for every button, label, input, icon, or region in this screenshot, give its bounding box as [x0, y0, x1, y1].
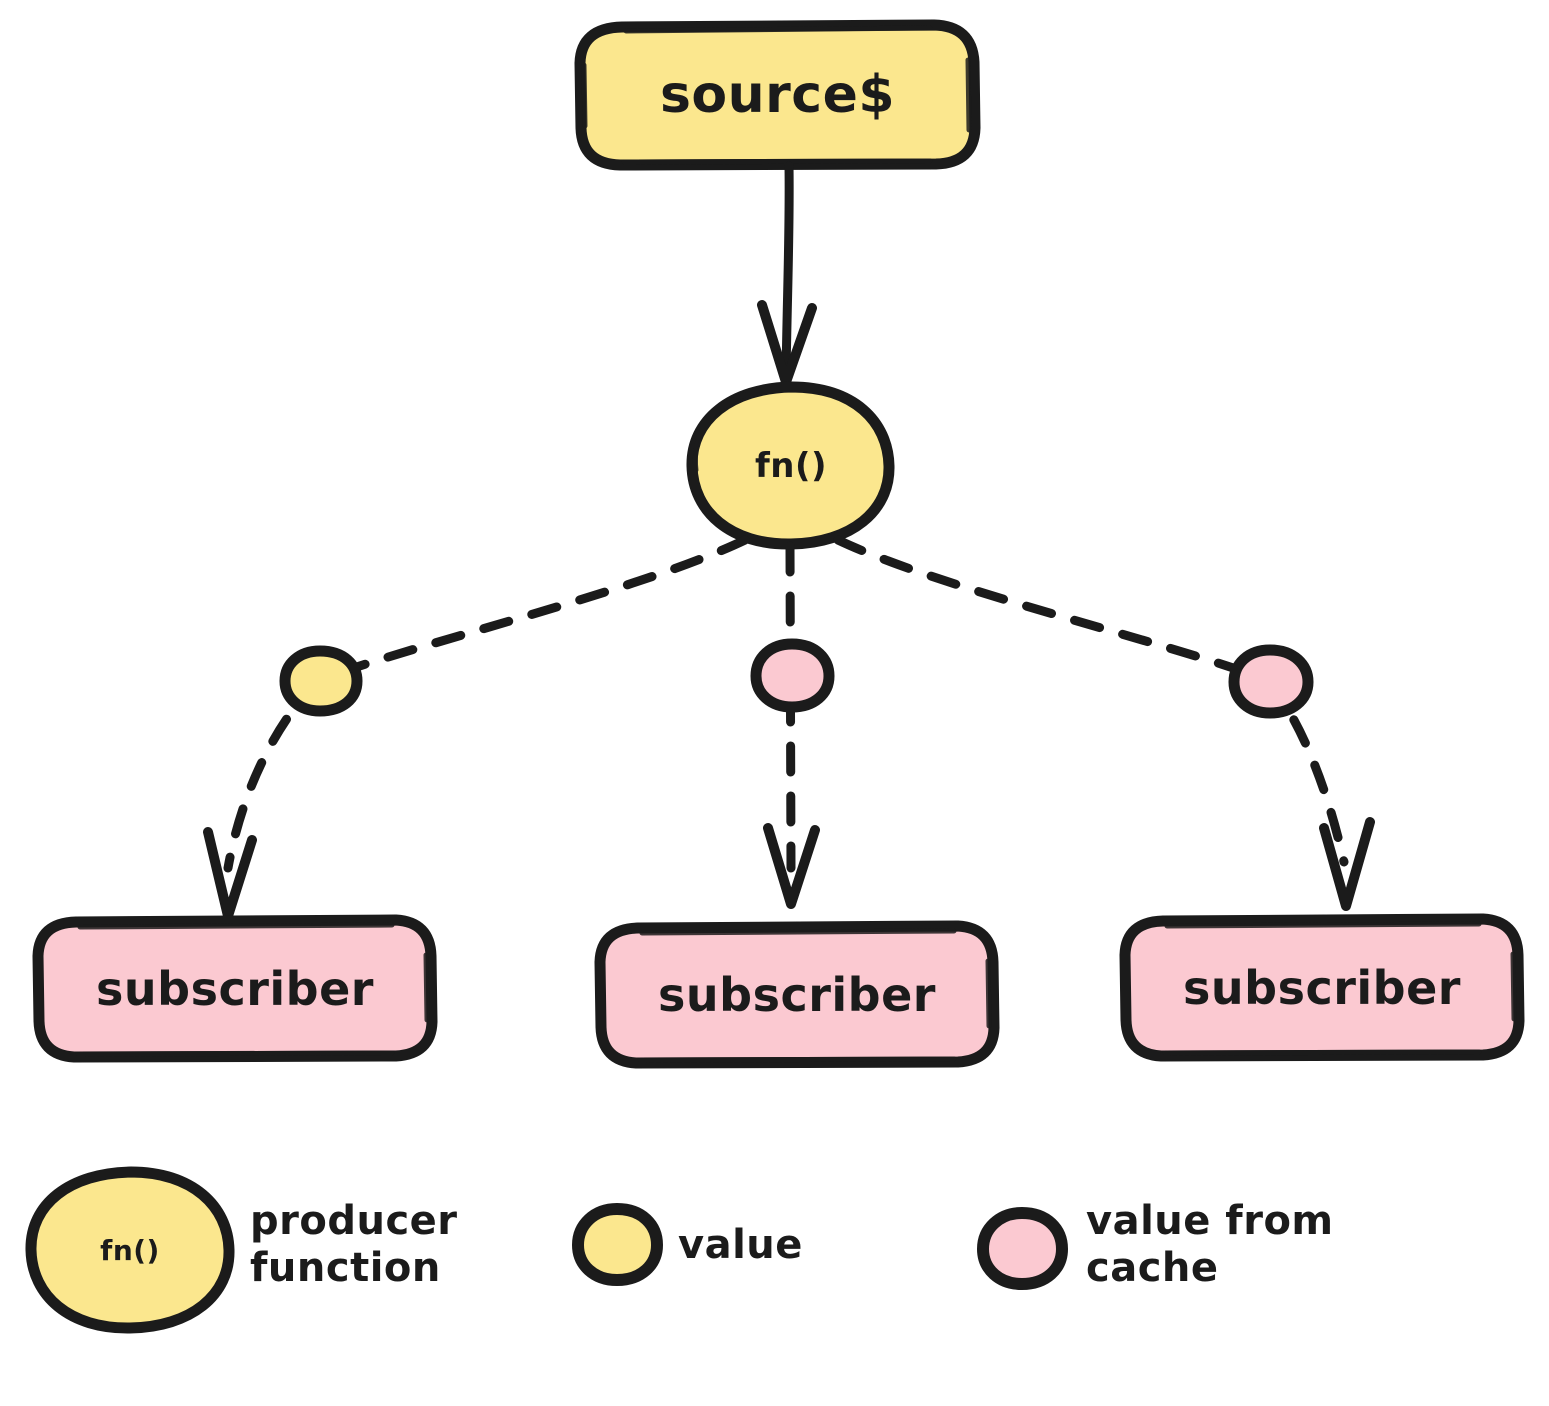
legend-marker-value-from-cache: [976, 1206, 1069, 1291]
legend-label-value: value: [678, 1222, 803, 1268]
subscriber-2-shape: [594, 920, 1000, 1069]
node-subscriber-1[interactable]: [32, 914, 438, 1063]
value-dot-2[interactable]: [750, 638, 835, 713]
legend-marker-producer-function: [25, 1166, 235, 1334]
diagram-root: source$ fn() subscriber subscriber subsc…: [0, 0, 1549, 1406]
source-node-shape: [574, 19, 981, 171]
value-dot-2-shape: [750, 638, 835, 713]
edge-producer-to-subscriber-1: [203, 535, 750, 921]
node-producer[interactable]: [686, 381, 895, 550]
diagram-canvas: [25, 19, 1525, 1334]
node-source[interactable]: [574, 19, 981, 171]
value-dot-1-shape: [279, 645, 363, 717]
value-dot-1[interactable]: [279, 645, 363, 717]
edge-producer-to-subscriber-2: [763, 541, 820, 909]
node-subscriber-3[interactable]: [1119, 913, 1525, 1062]
legend-circle-value-icon: [571, 1202, 664, 1287]
legend-marker-value: [571, 1202, 664, 1287]
edge-source-to-producer-line: [781, 161, 794, 383]
edge-producer-to-subscriber-3: [833, 535, 1375, 911]
value-dot-3[interactable]: [1228, 644, 1314, 719]
node-subscriber-2[interactable]: [594, 920, 1000, 1069]
legend-circle-cache-icon: [976, 1206, 1069, 1291]
subscriber-3-shape: [1119, 913, 1525, 1062]
legend-ellipse-fn-icon: [25, 1166, 235, 1334]
value-dot-3-shape: [1228, 644, 1314, 719]
subscriber-1-shape: [32, 914, 438, 1063]
legend-label-producer-function: producer function: [250, 1198, 458, 1292]
edge-producer-to-subscriber-1-arrowhead: [203, 827, 257, 921]
legend-label-value-from-cache: value from cache: [1086, 1198, 1334, 1292]
edge-source-to-producer: [757, 161, 817, 387]
